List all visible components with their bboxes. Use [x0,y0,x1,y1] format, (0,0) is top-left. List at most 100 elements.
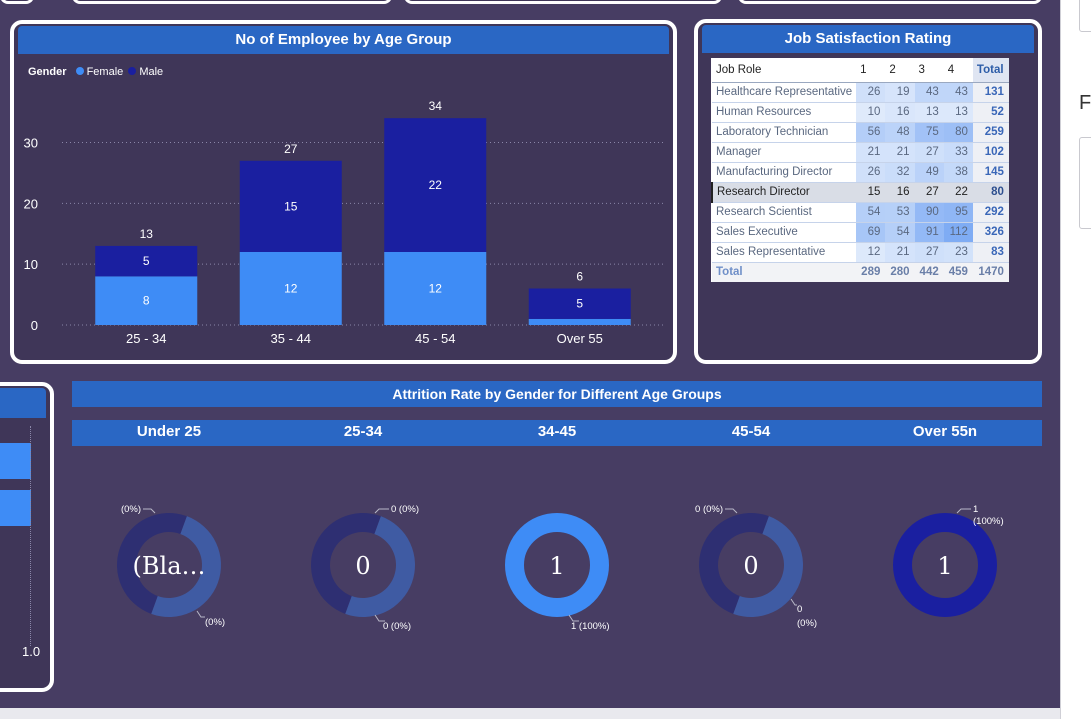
age-header-over-55: Over 55n [912,423,978,440]
leader-line [196,610,205,618]
bar-data-label: 12 [429,282,443,296]
donut-center-value: 1 [937,552,952,580]
rating-count-cell: 54 [856,202,886,223]
attrition-donut[interactable]: 0 0 (0%) 0 (0%) [268,490,458,640]
table-row[interactable]: Research Scientist 54 53 90 95 292 [712,202,1009,223]
job-role-cell: Healthcare Representative [712,82,857,103]
top-visual-stub-2[interactable] [72,0,392,4]
left-bar[interactable] [0,490,31,526]
left-bar[interactable] [0,443,31,479]
donut-data-label: (0%) [121,504,141,515]
leader-line [374,508,389,514]
job-role-cell: Laboratory Technician [712,122,857,143]
total-cell: 442 [914,262,944,282]
rating-count-cell: 16 [885,102,915,123]
bar-total-label: 27 [284,142,298,156]
top-visual-stub-3[interactable] [404,0,722,4]
total-cell: 280 [885,262,915,282]
table-row[interactable]: Sales Representative 12 21 27 23 83 [712,242,1009,263]
rating-count-cell: 80 [943,122,973,143]
rating-count-cell: 10 [856,102,886,123]
y-tick-label: 20 [24,196,38,211]
attrition-donut[interactable]: 1 1 (100%) [462,490,652,640]
donut-data-label: (100%) [973,516,1004,527]
table-row[interactable]: Healthcare Representative 26 19 43 43 131 [712,82,1009,103]
total-label: Total [712,262,857,282]
rating-count-cell: 91 [914,222,944,243]
donut-data-label: 1 [973,504,978,515]
rating-count-cell: 54 [885,222,915,243]
attrition-donut[interactable]: 0 0 (0%) 0 (0%) [656,490,846,640]
bar-total-label: 34 [429,99,443,113]
column-header[interactable]: 3 [914,58,944,83]
table-row[interactable]: Manager 21 21 27 33 102 [712,142,1009,163]
table-row[interactable]: Research Director 15 16 27 22 80 [710,182,1009,203]
column-header[interactable]: Job Role [712,58,857,83]
x-category-label: 35 - 44 [271,331,311,346]
rating-count-cell: 27 [914,142,944,163]
rating-count-cell: 15 [856,182,886,203]
table-row[interactable]: Laboratory Technician 56 48 75 80 259 [712,122,1009,143]
table-row[interactable]: Human Resources 10 16 13 13 52 [712,102,1009,123]
bar-data-label: 12 [284,282,298,296]
pane-box-top[interactable] [1079,0,1091,32]
total-cell: 289 [856,262,886,282]
row-total-cell: 52 [972,102,1009,123]
filters-pane-edge: F [1060,0,1091,719]
rating-count-cell: 53 [885,202,915,223]
donut-data-label: 0 (0%) [695,504,723,515]
attrition-title: Attrition Rate by Gender for Different A… [72,381,1042,407]
column-header[interactable]: 1 [856,58,886,83]
x-category-label: Over 55 [557,331,603,346]
left-axis-value: 1.0 [22,644,41,659]
x-category-label: 25 - 34 [126,331,166,346]
donut-data-label: 1 (100%) [571,621,610,632]
column-header[interactable]: 4 [943,58,973,83]
job-role-cell: Sales Representative [712,242,857,263]
bar-data-label: 5 [143,254,150,268]
y-tick-label: 0 [31,318,38,333]
table-row[interactable]: Manufacturing Director 26 32 49 38 145 [712,162,1009,183]
rating-count-cell: 38 [943,162,973,183]
attrition-donut[interactable]: 11(100%) [850,490,1040,640]
job-role-cell: Research Director [710,182,857,203]
donut-data-label: (0%) [205,617,225,628]
row-total-cell: 145 [972,162,1009,183]
leader-line [143,508,156,514]
row-total-cell: 292 [972,202,1009,223]
rating-count-cell: 33 [943,142,973,163]
bar-data-label: 8 [143,294,150,308]
column-header[interactable]: Total [972,58,1009,83]
table-row[interactable]: Sales Executive 69 54 91 112 326 [712,222,1009,243]
donut-center-value: 0 [355,552,370,580]
age-header-25-34: 25-34 [343,423,383,440]
rating-count-cell: 90 [914,202,944,223]
column-header[interactable]: 2 [885,58,915,83]
rating-count-cell: 95 [943,202,973,223]
top-visual-stub-1[interactable] [0,0,34,4]
rating-count-cell: 112 [943,222,973,243]
rating-count-cell: 12 [856,242,886,263]
rating-count-cell: 22 [943,182,973,203]
age-header-45-54: 45-54 [731,423,771,440]
job-satisfaction-visual[interactable]: Job Satisfaction Rating Job Role 1 2 3 4 Tota… [694,19,1042,364]
job-role-cell: Research Scientist [712,202,857,223]
donut-data-label: (0%) [797,618,817,629]
attrition-donut[interactable]: (Bla… (0%) (0%) [74,490,264,640]
rating-count-cell: 27 [914,182,944,203]
pane-box-mid[interactable] [1079,137,1091,229]
table-header-row: Job Role 1 2 3 4 Total [712,58,1009,83]
rating-count-cell: 21 [856,142,886,163]
pane-letter: F [1079,92,1091,114]
job-satisfaction-matrix[interactable]: Job Role 1 2 3 4 Total Healthcare Representati… [710,58,1009,282]
bar-segment-female[interactable] [528,318,631,325]
top-visual-stub-4[interactable] [738,0,1042,4]
rating-count-cell: 48 [885,122,915,143]
rating-count-cell: 32 [885,162,915,183]
employee-age-group-visual[interactable]: No of Employee by Age Group Gender Femal… [10,20,677,364]
job-role-cell: Manager [712,142,857,163]
age-header-34-45: 34-45 [537,423,577,440]
rating-count-cell: 43 [914,82,944,103]
row-total-cell: 131 [972,82,1009,103]
left-visual-title-bar [0,388,46,418]
